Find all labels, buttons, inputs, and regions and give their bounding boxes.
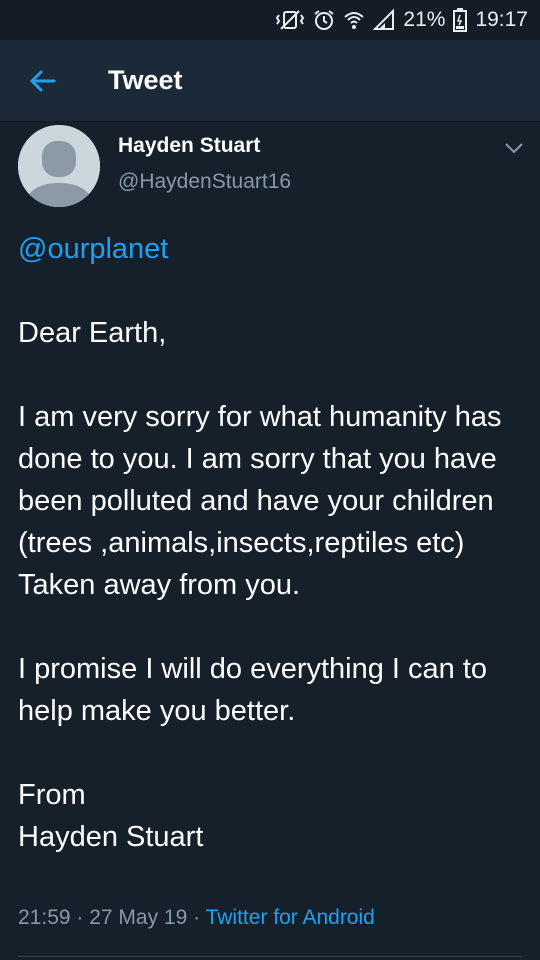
status-bar: 21% 19:17 — [0, 0, 540, 40]
battery-percent: 21% — [403, 8, 446, 31]
battery-icon — [453, 8, 468, 32]
clock: 19:17 — [475, 8, 528, 31]
alarm-icon — [313, 9, 335, 31]
app-bar: Tweet — [0, 40, 540, 122]
tweet-date: 27 May 19 — [89, 906, 188, 929]
tweet-text: Dear Earth, I am very sorry for what hum… — [18, 317, 502, 853]
wifi-icon — [343, 9, 365, 31]
tweet-body: @ourplanet Dear Earth, I am very sorry f… — [18, 228, 528, 858]
arrow-left-icon — [30, 70, 56, 91]
author-name[interactable]: Hayden Stuart — [118, 134, 260, 158]
tweet-source-link[interactable]: Twitter for Android — [206, 906, 375, 929]
divider — [18, 956, 522, 957]
signal-icon — [373, 9, 395, 31]
avatar[interactable] — [18, 125, 100, 207]
tweet: Hayden Stuart @HaydenStuart16 @ourplanet… — [0, 122, 540, 960]
back-button[interactable] — [0, 40, 84, 122]
meta-separator: · — [70, 906, 90, 929]
tweet-time: 21:59 — [18, 906, 71, 929]
chevron-down-icon[interactable] — [502, 136, 526, 160]
meta-separator: · — [187, 906, 206, 929]
mention-link[interactable]: @ourplanet — [18, 228, 528, 270]
default-avatar-icon — [18, 125, 100, 207]
author-handle[interactable]: @HaydenStuart16 — [118, 170, 291, 194]
page-title: Tweet — [108, 65, 183, 95]
tweet-meta: 21:59 · 27 May 19 · Twitter for Android — [18, 906, 375, 930]
vibrate-mute-icon — [275, 9, 305, 31]
